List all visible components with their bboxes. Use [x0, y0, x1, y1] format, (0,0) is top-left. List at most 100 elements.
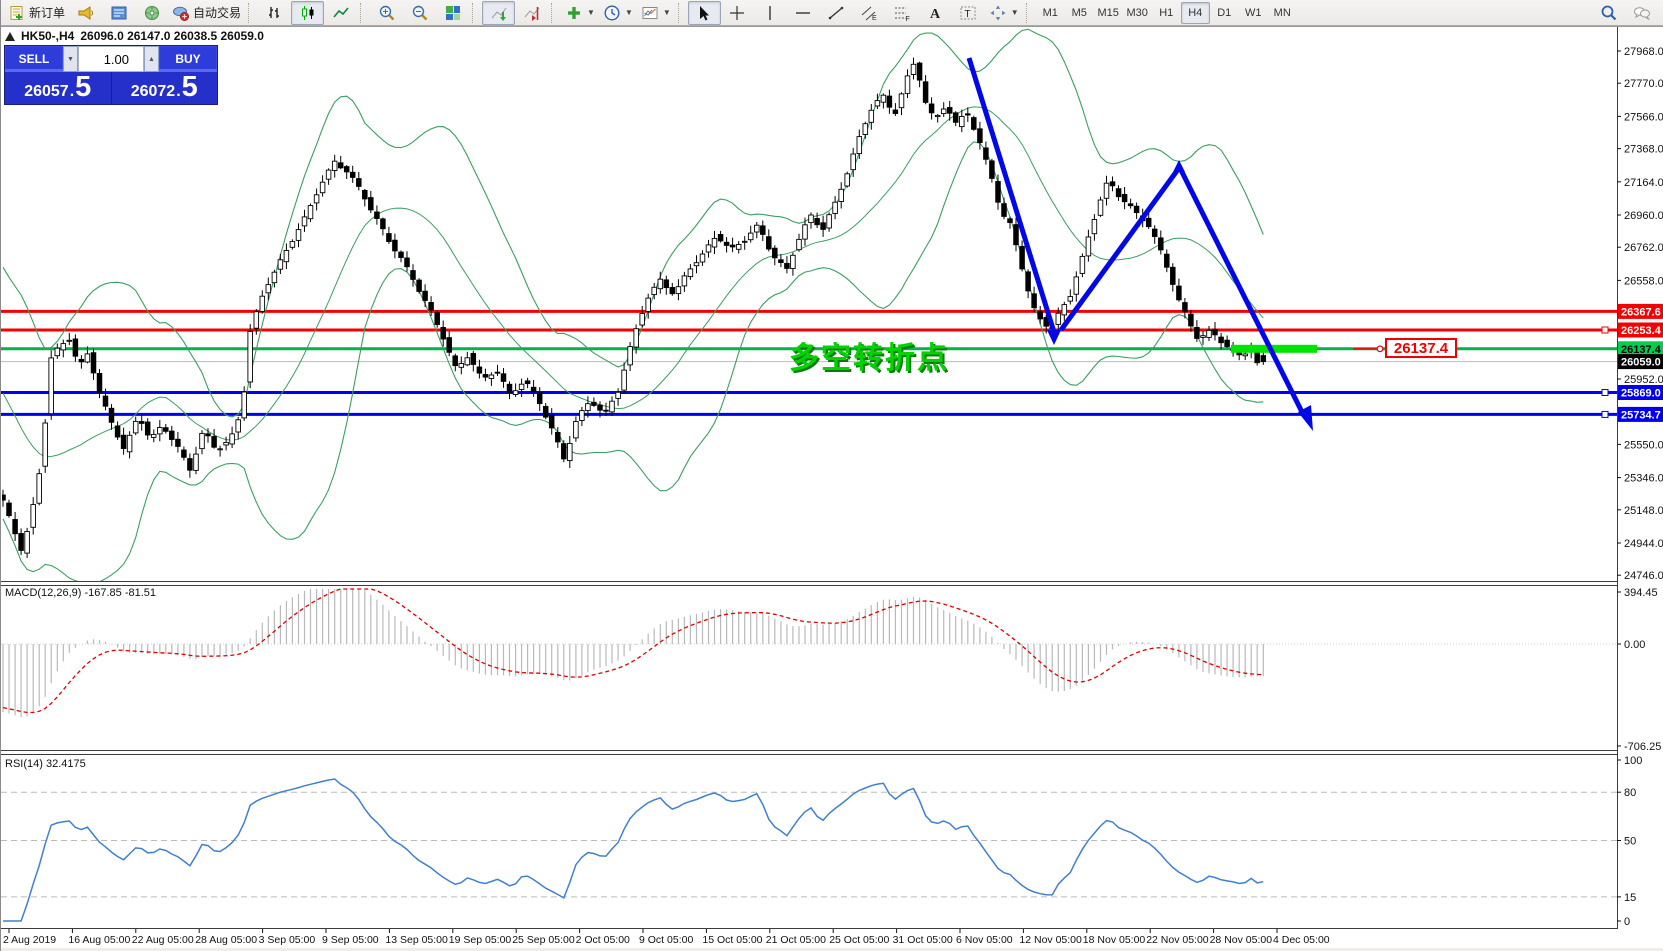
auto-scroll-icon [490, 4, 508, 22]
chart-canvas[interactable]: 27968.027770.027566.027368.027164.026960… [1, 0, 1663, 951]
periods-button[interactable]: ▼ [599, 1, 637, 25]
templates-icon [641, 4, 659, 22]
svg-text:13 Sep 05:00: 13 Sep 05:00 [385, 934, 448, 946]
svg-text:25346.0: 25346.0 [1624, 473, 1663, 485]
crosshair-tool[interactable] [721, 1, 754, 25]
volume-input[interactable]: 1.00 [78, 46, 144, 72]
search-icon [1600, 4, 1618, 22]
autotrading-icon [172, 4, 190, 22]
sound-alert-button[interactable] [69, 1, 102, 25]
chat-icon [1633, 4, 1651, 22]
zoom-out-button[interactable] [403, 1, 436, 25]
price-callout-label[interactable]: 26137.4 [1385, 338, 1457, 358]
chevron-down-icon: ▼ [625, 8, 633, 17]
timeframe-m5[interactable]: M5 [1065, 2, 1094, 24]
bar-chart-button[interactable] [258, 1, 291, 25]
chart-title: HK50-,H4 26096.0 26147.0 26038.5 26059.0 [5, 29, 264, 43]
cursor-icon [695, 4, 713, 22]
arrows-icon [989, 4, 1007, 22]
indicators-button[interactable]: ▼ [561, 1, 599, 25]
chevron-down-icon: ▼ [663, 8, 671, 17]
svg-text:25550.0: 25550.0 [1624, 439, 1663, 451]
signals-icon [143, 4, 161, 22]
volume-decrease-button[interactable]: ▼ [63, 46, 78, 72]
svg-text:16 Aug 05:00: 16 Aug 05:00 [68, 934, 130, 946]
svg-text:26960.0: 26960.0 [1624, 210, 1663, 222]
search-icon[interactable] [1592, 1, 1625, 25]
svg-text:15 Oct 05:00: 15 Oct 05:00 [702, 934, 762, 946]
auto-trading-button-label: 自动交易 [193, 4, 241, 21]
channel-tool[interactable]: E [853, 1, 886, 25]
chart-shift-button[interactable] [515, 1, 548, 25]
market-watch-button[interactable] [102, 1, 135, 25]
svg-text:19 Sep 05:00: 19 Sep 05:00 [449, 934, 512, 946]
buy-price-display: 26072.5 [111, 72, 218, 104]
timeframe-h1[interactable]: H1 [1152, 2, 1181, 24]
volume-increase-button[interactable]: ▲ [144, 46, 159, 72]
svg-text:26253.4: 26253.4 [1621, 325, 1662, 337]
text-icon: A [926, 4, 944, 22]
text-label-icon: T [959, 4, 977, 22]
svg-text:26558.0: 26558.0 [1624, 275, 1663, 287]
candlestick-chart-button[interactable] [291, 1, 324, 25]
line-chart-button[interactable] [324, 1, 357, 25]
toolbar-separator [248, 3, 255, 23]
indicators-icon [565, 4, 583, 22]
text-label-tool[interactable]: T [952, 1, 985, 25]
buy-button[interactable]: BUY [159, 46, 217, 72]
svg-text:24944.0: 24944.0 [1624, 538, 1663, 550]
cursor-tool[interactable] [688, 1, 721, 25]
timeframe-d1[interactable]: D1 [1210, 2, 1239, 24]
zoom-in-button[interactable] [370, 1, 403, 25]
timeframe-h4[interactable]: H4 [1181, 2, 1210, 24]
timeframe-mn[interactable]: MN [1268, 2, 1297, 24]
svg-text:4 Dec 05:00: 4 Dec 05:00 [1273, 934, 1330, 946]
timeframe-m1[interactable]: M1 [1036, 2, 1065, 24]
templates-button[interactable]: ▼ [637, 1, 675, 25]
svg-text:26137.4: 26137.4 [1621, 344, 1662, 356]
timeframe-w1[interactable]: W1 [1239, 2, 1268, 24]
text-tool[interactable]: A [919, 1, 952, 25]
vertical-line-tool[interactable] [754, 1, 787, 25]
rsi-indicator-label: RSI(14) 32.4175 [5, 758, 86, 770]
tile-windows-button[interactable] [436, 1, 469, 25]
new-order-button-label: 新订单 [29, 4, 65, 21]
auto-trading-button[interactable]: 自动交易 [168, 1, 245, 25]
svg-text:22 Aug 05:00: 22 Aug 05:00 [132, 934, 194, 946]
svg-text:0.00: 0.00 [1624, 639, 1645, 651]
chart-shift-icon [523, 4, 541, 22]
trendline-tool[interactable] [820, 1, 853, 25]
toolbar-separator [1026, 3, 1033, 23]
chat-icon[interactable] [1625, 1, 1658, 25]
one-click-trading-panel: SELL ▼ 1.00 ▲ BUY 26057.5 26072.5 [4, 45, 218, 105]
signals-button[interactable] [135, 1, 168, 25]
sell-button[interactable]: SELL [5, 46, 63, 72]
new-order-button[interactable]: 新订单 [4, 1, 69, 25]
timeframe-m15[interactable]: M15 [1094, 2, 1123, 24]
svg-text:25952.0: 25952.0 [1624, 374, 1663, 386]
timeframe-m30[interactable]: M30 [1123, 2, 1152, 24]
clock-icon [603, 4, 621, 22]
svg-text:2 Aug 2019: 2 Aug 2019 [3, 934, 56, 946]
toolbar-separator [472, 3, 479, 23]
toolbar-separator [678, 3, 685, 23]
svg-text:0: 0 [1624, 916, 1630, 928]
tile-icon [444, 4, 462, 22]
svg-text:28 Aug 05:00: 28 Aug 05:00 [195, 934, 257, 946]
line-chart-icon [332, 4, 350, 22]
vline-icon [761, 4, 779, 22]
horizontal-line-tool[interactable] [787, 1, 820, 25]
new-order-icon [8, 4, 26, 22]
svg-text:6 Nov 05:00: 6 Nov 05:00 [956, 934, 1013, 946]
svg-text:3 Sep 05:00: 3 Sep 05:00 [259, 934, 316, 946]
svg-text:18 Nov 05:00: 18 Nov 05:00 [1083, 934, 1146, 946]
chart-window-icon [5, 32, 15, 41]
fibonacci-tool[interactable]: F [886, 1, 919, 25]
chart-annotation-text[interactable]: 多空转折点 [789, 333, 949, 377]
arrows-tool[interactable]: ▼ [985, 1, 1023, 25]
auto-scroll-button[interactable] [482, 1, 515, 25]
svg-text:27368.0: 27368.0 [1624, 144, 1663, 156]
svg-text:25869.0: 25869.0 [1621, 388, 1661, 400]
svg-text:25 Oct 05:00: 25 Oct 05:00 [829, 934, 889, 946]
macd-indicator-label: MACD(12,26,9) -167.85 -81.51 [5, 587, 156, 599]
